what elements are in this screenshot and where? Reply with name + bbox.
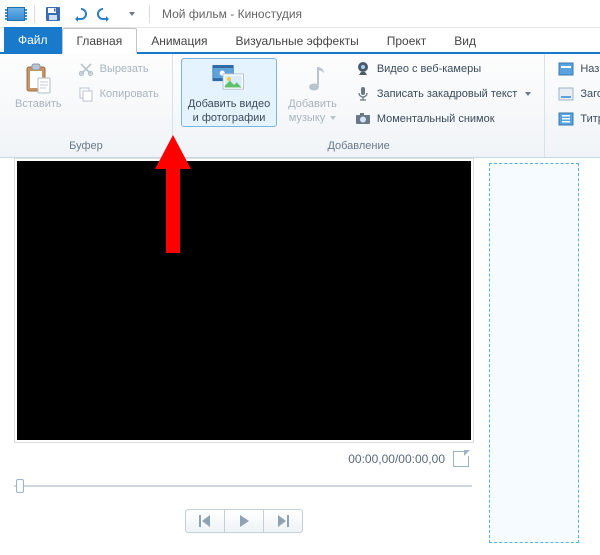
title-label: Название [580,63,600,75]
cut-label: Вырезать [100,63,149,75]
slider-thumb[interactable] [16,479,24,493]
music-icon [296,62,330,96]
group-text: Название Заголовок Титры [545,54,600,157]
microphone-icon [355,86,371,102]
tab-view[interactable]: Вид [440,29,490,52]
content-area: 00:00,00/00:00,00 [0,158,600,555]
timeline-pane [487,158,600,555]
add-music-l1: Добавить [288,98,337,110]
tab-visual-effects[interactable]: Визуальные эффекты [222,29,373,52]
add-video-photos-button[interactable]: Добавить видео и фотографии [181,58,277,127]
add-music-l2: музыку [289,112,326,124]
timeline-drop-zone[interactable] [489,163,579,543]
copy-label: Копировать [100,88,159,100]
scissors-icon [78,61,94,77]
add-media-l1: Добавить видео [188,98,270,110]
credits-button[interactable]: Титры [553,108,600,130]
camera-icon [355,111,371,127]
ribbon-tabs: Файл Главная Анимация Визуальные эффекты… [0,28,600,54]
tab-animation[interactable]: Анимация [137,29,221,52]
copy-icon [78,86,94,102]
group-add: Добавить видео и фотографии Добавить муз… [173,54,545,157]
webcam-button[interactable]: Видео с веб-камеры [350,58,537,80]
snapshot-button[interactable]: Моментальный снимок [350,108,537,130]
caption-icon [558,86,574,102]
next-frame-button[interactable] [263,509,303,533]
credits-icon [558,111,574,127]
preview-pane: 00:00,00/00:00,00 [0,158,487,555]
play-button[interactable] [224,509,264,533]
chevron-down-icon [525,92,531,96]
tab-file[interactable]: Файл [4,27,62,52]
chevron-down-icon [330,116,336,120]
redo-button[interactable] [95,4,115,24]
add-media-l2: и фотографии [193,112,266,124]
group-clipboard-label: Буфер [69,138,103,155]
tab-project[interactable]: Проект [373,29,441,52]
add-music-button[interactable]: Добавить музыку [281,58,344,127]
time-display: 00:00,00/00:00,00 [348,452,445,466]
prev-frame-button[interactable] [185,509,225,533]
save-button[interactable] [43,4,63,24]
undo-button[interactable] [69,4,89,24]
narration-button[interactable]: Записать закадровый текст [350,83,537,105]
title-icon [558,61,574,77]
preview-viewer[interactable] [14,158,474,443]
separator [149,5,150,23]
film-photo-icon [212,62,246,96]
copy-button[interactable]: Копировать [73,83,164,105]
paste-button[interactable]: Вставить [8,58,69,113]
window-title: Мой фильм - Киностудия [162,7,302,21]
group-add-label: Добавление [327,138,389,155]
tab-home[interactable]: Главная [62,28,138,54]
paste-label: Вставить [15,98,62,110]
webcam-icon [355,61,371,77]
qat-dropdown[interactable] [121,4,141,24]
narration-label: Записать закадровый текст [377,88,518,100]
title-button[interactable]: Название [553,58,600,80]
caption-button[interactable]: Заголовок [553,83,600,105]
slider-track [14,485,472,487]
preview-canvas [17,161,471,440]
playback-controls [14,509,473,533]
app-icon[interactable] [6,4,26,24]
credits-label: Титры [580,113,600,125]
webcam-label: Видео с веб-камеры [377,63,481,75]
ribbon: Вставить Вырезать Копировать Буфер [0,54,600,158]
clipboard-icon [21,62,55,96]
separator [34,5,35,23]
fullscreen-icon[interactable] [453,451,469,467]
group-clipboard: Вставить Вырезать Копировать Буфер [0,54,173,157]
titlebar: Мой фильм - Киностудия [0,0,600,28]
group-text-label [594,138,597,155]
seek-slider[interactable] [14,479,472,493]
snapshot-label: Моментальный снимок [377,113,495,125]
caption-label: Заголовок [580,88,600,100]
cut-button[interactable]: Вырезать [73,58,164,80]
